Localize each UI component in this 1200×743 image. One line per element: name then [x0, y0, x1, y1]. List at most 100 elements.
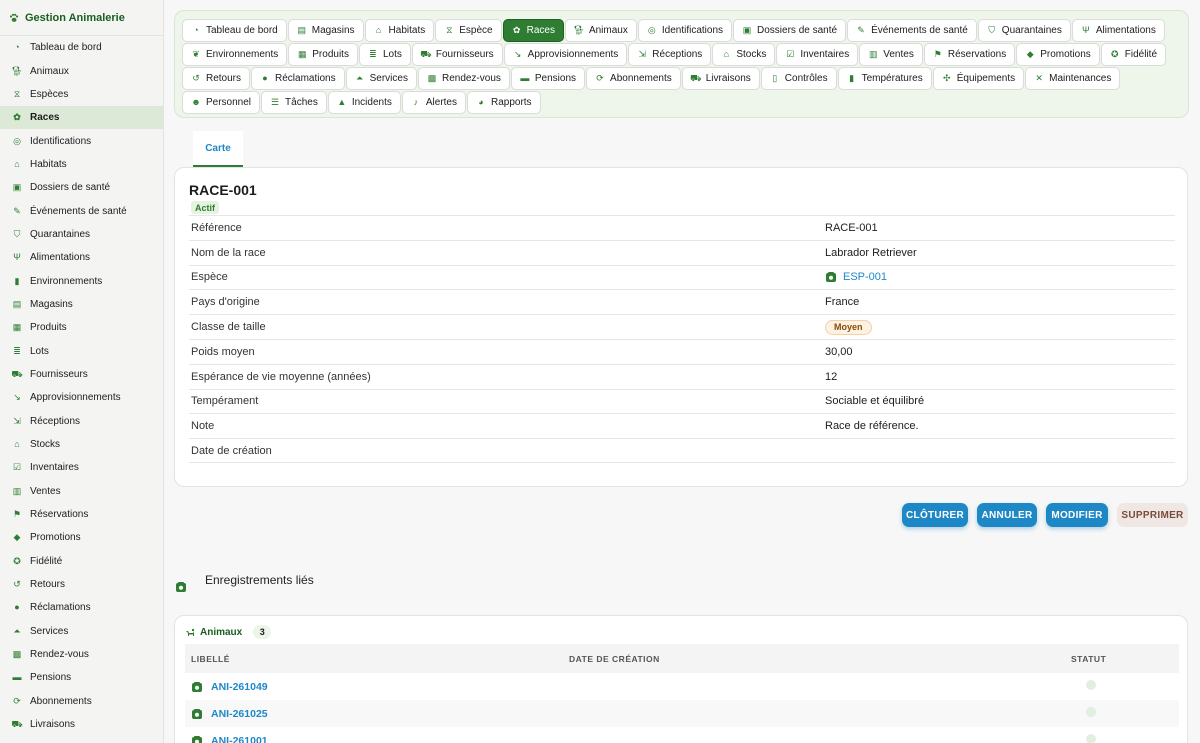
- nav-tab-23[interactable]: ↺ Retours: [182, 67, 251, 90]
- sidebar-item-bell-concierge[interactable]: ⏶ Services: [0, 620, 163, 643]
- nav-tab-12[interactable]: ▦ Produits: [288, 43, 358, 66]
- sidebar-item-dna[interactable]: ⧖ Espèces: [0, 83, 163, 106]
- nav-tab-26[interactable]: ▩ Rendez-vous: [417, 67, 510, 90]
- field-row: Poids moyen 30,00: [189, 338, 1175, 364]
- thermometer-icon: ▮: [14, 275, 20, 286]
- panel-header: Animaux 3: [185, 625, 272, 639]
- sidebar-item-clipboard-check[interactable]: ☑ Inventaires: [0, 456, 163, 479]
- nav-tab-6[interactable]: ◎ Identifications: [637, 19, 733, 42]
- nav-tab-30[interactable]: ▯ Contrôles: [760, 67, 837, 90]
- nav-tab-2[interactable]: ⌂ Habitats: [364, 19, 435, 42]
- table-row[interactable]: ANI-261049: [185, 673, 1179, 700]
- nav-tab-1[interactable]: ▤ Magasins: [287, 19, 364, 42]
- sidebar-item-dolly[interactable]: ↘ Approvisionnements: [0, 386, 163, 409]
- sidebar-item-paw[interactable]: ✿ Races: [0, 106, 163, 130]
- sidebar-item-label: Événements de santé: [30, 205, 127, 217]
- nav-tab-3[interactable]: ⧖ Espèce: [435, 19, 502, 42]
- layers-icon: ≣: [369, 49, 377, 59]
- nav-tab-15[interactable]: ↘ Approvisionnements: [503, 43, 628, 66]
- sidebar-item-dashboard[interactable]: ◔ Tableau de bord: [0, 36, 163, 59]
- nav-tab-14[interactable]: ⛟ Fournisseurs: [411, 43, 503, 66]
- nav-tab-16[interactable]: ⇲ Réceptions: [628, 43, 712, 66]
- delete-button[interactable]: SUPPRIMER: [1117, 503, 1188, 527]
- nav-tab-27[interactable]: ▬ Pensions: [510, 67, 586, 90]
- animal-link[interactable]: ANI-261049: [211, 681, 268, 693]
- sidebar-item-award[interactable]: ✪ Fidélité: [0, 550, 163, 573]
- column-header-status[interactable]: STATUT: [1065, 654, 1179, 664]
- sidebar-item-undo[interactable]: ↺ Retours: [0, 573, 163, 596]
- cancel-button[interactable]: ANNULER: [977, 503, 1037, 527]
- sidebar-nav: ◔ Tableau de bord 🐕︎ Animaux ⧖ Espèces ✿ Races ◎…: [0, 36, 163, 736]
- field-row: Espérance de vie moyenne (années) 12: [189, 363, 1175, 389]
- table-row[interactable]: ANI-261025: [185, 700, 1179, 727]
- field-row: Espèce ESP-001: [189, 264, 1175, 290]
- sidebar-item-fingerprint[interactable]: ◎ Identifications: [0, 129, 163, 152]
- sidebar-item-store[interactable]: ▤ Magasins: [0, 293, 163, 316]
- shield-icon: ⛉: [13, 228, 21, 239]
- sidebar-item-syringe[interactable]: ✎ Événements de santé: [0, 199, 163, 222]
- nav-tab-38[interactable]: ◕ Rapports: [466, 91, 541, 114]
- nav-tab-11[interactable]: ❦ Environnements: [182, 43, 288, 66]
- sidebar-item-dog[interactable]: 🐕︎ Animaux: [0, 59, 163, 82]
- nav-tab-0[interactable]: ◔ Tableau de bord: [182, 19, 287, 42]
- nav-tab-20[interactable]: ⚑ Réservations: [923, 43, 1016, 66]
- column-header-date[interactable]: DATE DE CRÉATION: [569, 654, 1065, 664]
- nav-tab-31[interactable]: ▮ Températures: [837, 67, 932, 90]
- species-link[interactable]: ESP-001: [843, 271, 887, 283]
- sidebar-item-sync[interactable]: ⟳ Abonnements: [0, 690, 163, 713]
- sidebar-item-receive[interactable]: ⇲ Réceptions: [0, 410, 163, 433]
- sidebar-item-layers[interactable]: ≣ Lots: [0, 339, 163, 362]
- nav-tab-28[interactable]: ⟳ Abonnements: [586, 67, 681, 90]
- sidebar-item-house[interactable]: ⌂ Habitats: [0, 153, 163, 176]
- edit-button[interactable]: MODIFIER: [1046, 503, 1108, 527]
- sidebar-item-calendar-check[interactable]: ▩ Rendez-vous: [0, 643, 163, 666]
- nav-tab-33[interactable]: ✕ Maintenances: [1025, 67, 1121, 90]
- sidebar-item-shield[interactable]: ⛉ Quarantaines: [0, 223, 163, 246]
- nav-tab-17[interactable]: ⌂ Stocks: [712, 43, 776, 66]
- sidebar-item-thermometer[interactable]: ▮ Environnements: [0, 269, 163, 292]
- sidebar-item-bed[interactable]: ▬ Pensions: [0, 666, 163, 689]
- nav-tab-7[interactable]: ▣ Dossiers de santé: [733, 19, 847, 42]
- nav-tab-18[interactable]: ☑ Inventaires: [776, 43, 859, 66]
- nav-tab-label: Maintenances: [1049, 73, 1112, 84]
- column-header-label[interactable]: LIBELLÉ: [185, 654, 569, 664]
- sidebar-item-tags[interactable]: ◆ Promotions: [0, 526, 163, 549]
- sidebar-item-box[interactable]: ▦ Produits: [0, 316, 163, 339]
- nav-tab-22[interactable]: ✪ Fidélité: [1100, 43, 1167, 66]
- nav-tab-13[interactable]: ≣ Lots: [358, 43, 411, 66]
- sidebar-item-label: Promotions: [30, 532, 81, 544]
- nav-tab-24[interactable]: ● Réclamations: [251, 67, 345, 90]
- nav-tab-25[interactable]: ⏶ Services: [345, 67, 417, 90]
- app-brand[interactable]: Gestion Animalerie: [0, 0, 163, 36]
- sync-icon: ⟳: [13, 695, 21, 706]
- nav-tab-36[interactable]: ▲ Incidents: [327, 91, 401, 114]
- nav-tab-29[interactable]: ⛟ Livraisons: [681, 67, 760, 90]
- sidebar-item-utensils[interactable]: Ψ Alimentations: [0, 246, 163, 269]
- nav-tab-10[interactable]: Ψ Alimentations: [1071, 19, 1165, 42]
- sidebar-item-cash-register[interactable]: ▥ Ventes: [0, 480, 163, 503]
- sidebar-item-warehouse[interactable]: ⌂ Stocks: [0, 433, 163, 456]
- sidebar-item-comment[interactable]: ● Réclamations: [0, 596, 163, 619]
- sidebar-item-bookmark[interactable]: ⚑ Réservations: [0, 503, 163, 526]
- close-record-button[interactable]: CLÔTURER: [902, 503, 968, 527]
- nav-tab-35[interactable]: ☰ Tâches: [261, 91, 327, 114]
- users-icon: ☻: [191, 97, 201, 107]
- animal-link[interactable]: ANI-261001: [211, 735, 268, 743]
- nav-tab-32[interactable]: ✣ Équipements: [932, 67, 1025, 90]
- animal-link[interactable]: ANI-261025: [211, 708, 268, 720]
- sidebar-item-truck[interactable]: ⛟ Fournisseurs: [0, 363, 163, 386]
- nav-tab-21[interactable]: ◆ Promotions: [1016, 43, 1100, 66]
- nav-tab-19[interactable]: ▥ Ventes: [859, 43, 923, 66]
- nav-tab-9[interactable]: ⛉ Quarantaines: [977, 19, 1071, 42]
- nav-tab-8[interactable]: ✎ Événements de santé: [847, 19, 977, 42]
- nav-tab-5[interactable]: 🐕︎ Animaux: [564, 19, 637, 42]
- tab-card[interactable]: Carte: [193, 131, 243, 167]
- sidebar-item-medical-file[interactable]: ▣ Dossiers de santé: [0, 176, 163, 199]
- table-row[interactable]: ANI-261001: [185, 727, 1179, 743]
- nav-tab-37[interactable]: ♪ Alertes: [401, 91, 466, 114]
- nav-tab-34[interactable]: ☻ Personnel: [182, 91, 261, 114]
- field-row: Référence RACE-001: [189, 215, 1175, 240]
- nav-tab-4[interactable]: ✿ Races: [502, 19, 564, 42]
- sidebar-item-shipping[interactable]: ⛟ Livraisons: [0, 713, 163, 736]
- dashboard-icon: ◔: [193, 25, 199, 35]
